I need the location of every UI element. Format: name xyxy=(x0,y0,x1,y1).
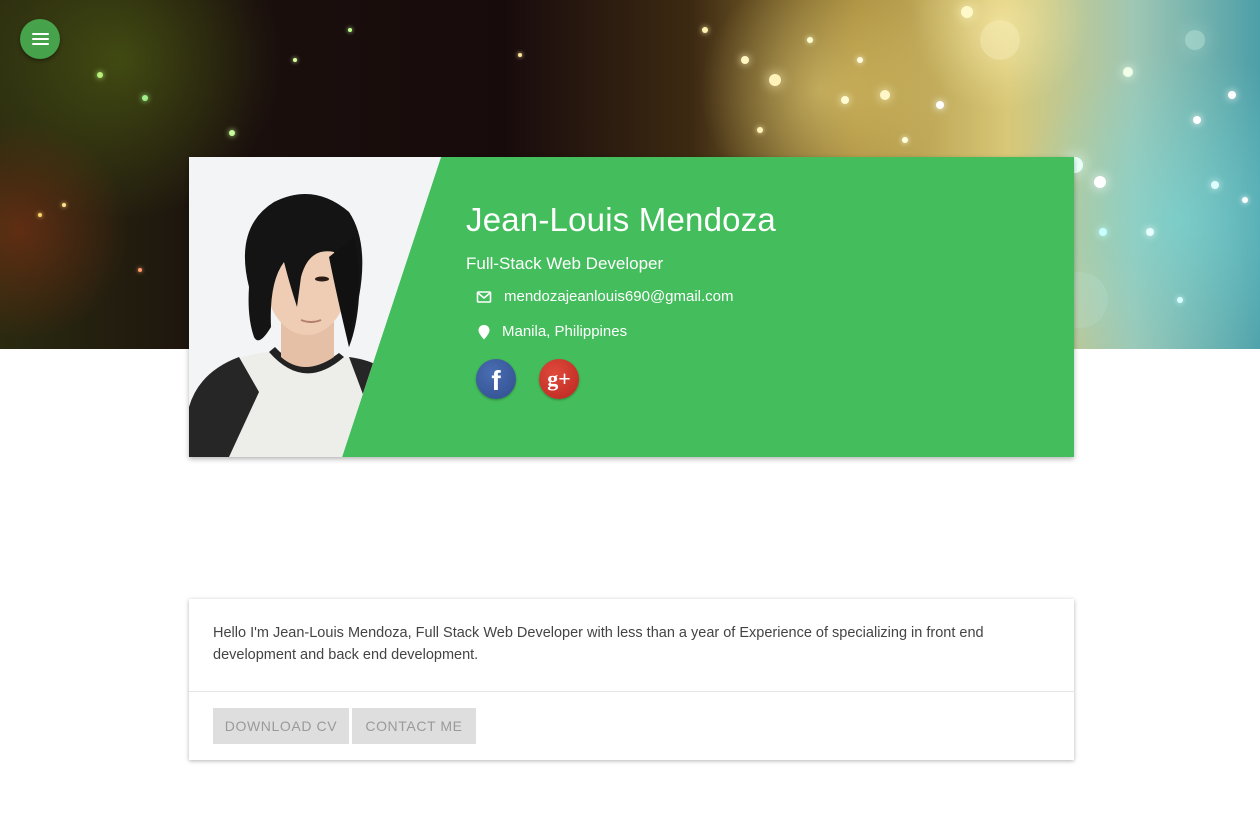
email-row: mendozajeanlouis690@gmail.com xyxy=(476,288,734,305)
google-plus-button[interactable]: g+ xyxy=(539,359,579,399)
divider xyxy=(189,691,1074,692)
bokeh-dot xyxy=(1185,30,1205,50)
bokeh-dot xyxy=(702,27,708,33)
bokeh-dot xyxy=(1146,228,1154,236)
profile-card: Jean-Louis Mendoza Full-Stack Web Develo… xyxy=(189,157,1074,457)
bokeh-dot xyxy=(97,72,103,78)
menu-line xyxy=(31,33,49,35)
envelope-icon xyxy=(476,290,492,303)
bokeh-dot xyxy=(38,213,42,217)
bokeh-dot xyxy=(936,101,944,109)
email-text[interactable]: mendozajeanlouis690@gmail.com xyxy=(504,288,734,305)
bokeh-dot xyxy=(841,96,849,104)
bokeh-dot xyxy=(293,58,297,62)
bokeh-dot xyxy=(229,130,235,136)
profile-photo xyxy=(189,157,441,457)
contact-me-button[interactable]: CONTACT ME xyxy=(352,708,476,744)
bokeh-dot xyxy=(961,6,973,18)
location-row: Manila, Philippines xyxy=(476,323,627,340)
bokeh-dot xyxy=(980,20,1020,60)
map-pin-icon xyxy=(478,324,490,339)
bokeh-dot xyxy=(1242,197,1248,203)
bokeh-dot xyxy=(1094,176,1106,188)
bokeh-dot xyxy=(348,28,352,32)
bokeh-dot xyxy=(1177,297,1183,303)
bokeh-dot xyxy=(902,137,908,143)
bokeh-dot xyxy=(757,127,763,133)
bokeh-dot xyxy=(1099,228,1107,236)
download-cv-button[interactable]: DOWNLOAD CV xyxy=(213,708,349,744)
google-plus-icon: g+ xyxy=(547,366,571,391)
bokeh-dot xyxy=(857,57,863,63)
bokeh-dot xyxy=(1193,116,1201,124)
menu-line xyxy=(31,38,49,40)
bokeh-dot xyxy=(1228,91,1236,99)
bokeh-dot xyxy=(138,268,142,272)
menu-line xyxy=(31,43,49,45)
facebook-icon: f xyxy=(491,365,501,396)
bokeh-dot xyxy=(807,37,813,43)
facebook-button[interactable]: f xyxy=(476,359,516,399)
profile-name: Jean-Louis Mendoza xyxy=(466,201,776,238)
bokeh-dot xyxy=(1123,67,1133,77)
menu-button[interactable] xyxy=(20,19,60,59)
bokeh-dot xyxy=(62,203,66,207)
bokeh-dot xyxy=(880,90,890,100)
bokeh-dot xyxy=(518,53,522,57)
about-card: Hello I'm Jean-Louis Mendoza, Full Stack… xyxy=(189,599,1074,760)
about-text: Hello I'm Jean-Louis Mendoza, Full Stack… xyxy=(213,625,984,663)
bokeh-dot xyxy=(741,56,749,64)
bokeh-dot xyxy=(142,95,148,101)
profile-title: Full-Stack Web Developer xyxy=(466,254,664,273)
location-text: Manila, Philippines xyxy=(502,323,628,340)
bokeh-dot xyxy=(769,74,781,86)
bokeh-dot xyxy=(1211,181,1219,189)
